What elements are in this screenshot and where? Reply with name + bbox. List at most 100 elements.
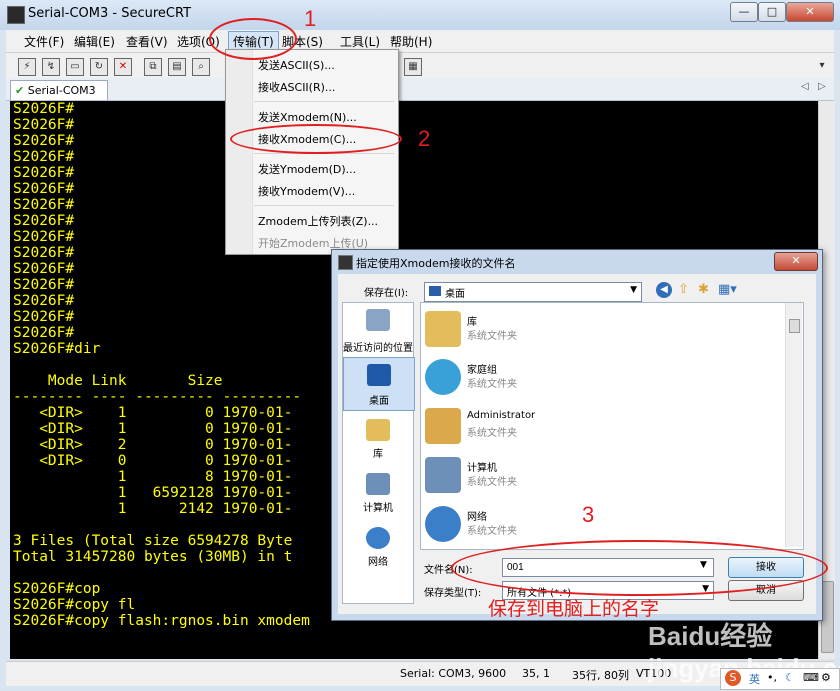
- terminal-line: S2026F#: [13, 229, 75, 245]
- file-type: 系统文件夹: [467, 379, 517, 390]
- place-label: 库: [373, 449, 383, 460]
- maximize-button[interactable]: □: [758, 2, 786, 22]
- terminal-line: S2026F#: [13, 309, 75, 325]
- annotation-note: 保存到电脑上的名字: [488, 599, 660, 620]
- file-name: Administrator: [467, 410, 536, 421]
- place-recent[interactable]: 最近访问的位置: [343, 303, 413, 357]
- scrollbar-thumb[interactable]: [789, 319, 800, 333]
- ime-mode-icon[interactable]: 英: [749, 671, 760, 687]
- terminal-line: 3 Files (Total size 6594278 Byte: [13, 533, 293, 549]
- terminal-line: S2026F#: [13, 149, 75, 165]
- computer-icon: [425, 457, 461, 493]
- menu-help[interactable]: 帮助(H): [390, 33, 432, 50]
- terminal-line: S2026F#cop: [13, 581, 101, 597]
- library-icon: [366, 419, 390, 441]
- list-item[interactable]: 库 系统文件夹: [421, 307, 781, 353]
- menu-recv-ascii[interactable]: 接收ASCII(R)...: [258, 79, 335, 95]
- annotation-ring-1: [209, 18, 297, 60]
- connect-tab-icon[interactable]: ▭: [66, 58, 84, 76]
- terminal-line: S2026F#: [13, 245, 75, 261]
- terminal-line: S2026F#: [13, 213, 75, 229]
- up-folder-icon[interactable]: ⇧: [678, 282, 689, 297]
- connect-icon[interactable]: ⚡: [18, 58, 36, 76]
- chevron-down-icon[interactable]: ▾: [814, 58, 830, 74]
- keymap-icon[interactable]: ▦: [404, 58, 422, 76]
- check-icon: ✔: [15, 84, 25, 97]
- menu-send-xmodem[interactable]: 发送Xmodem(N)...: [258, 109, 357, 125]
- terminal-line: S2026F#: [13, 133, 75, 149]
- annotation-number-1: 1: [304, 6, 317, 31]
- terminal-line: S2026F#copy fl: [13, 597, 136, 613]
- close-button[interactable]: ✕: [786, 2, 834, 22]
- file-name: 网络: [467, 512, 487, 523]
- ime-moon-icon[interactable]: ☾: [785, 671, 795, 684]
- file-type: 系统文件夹: [467, 428, 517, 439]
- reconnect-icon[interactable]: ↻: [90, 58, 108, 76]
- dialog-close-button[interactable]: ✕: [774, 252, 818, 271]
- terminal-line: <DIR> 2 0 1970-01-: [13, 437, 293, 453]
- place-label: 桌面: [369, 396, 389, 407]
- menu-file[interactable]: 文件(F): [24, 33, 64, 50]
- recent-places-icon: [366, 309, 390, 331]
- new-folder-icon[interactable]: ✱: [698, 282, 709, 297]
- terminal-line: S2026F#dir: [13, 341, 101, 357]
- minimize-button[interactable]: —: [730, 2, 758, 22]
- terminal-line: <DIR> 1 0 1970-01-: [13, 421, 293, 437]
- places-bar: 最近访问的位置 桌面 库 计算机 网络: [342, 302, 415, 604]
- quick-connect-icon[interactable]: ↯: [42, 58, 60, 76]
- terminal-line: S2026F#: [13, 101, 75, 117]
- file-type: 系统文件夹: [467, 331, 517, 342]
- tab-serial-com3[interactable]: ✔ Serial-COM3: [10, 80, 108, 100]
- list-item[interactable]: Administrator 系统文件夹: [421, 404, 781, 450]
- terminal-line: S2026F#: [13, 117, 75, 133]
- file-list-scrollbar[interactable]: [785, 303, 802, 547]
- file-type: 系统文件夹: [467, 526, 517, 537]
- status-screen-size: 35行, 80列: [572, 669, 629, 682]
- back-icon[interactable]: ◀: [656, 282, 672, 298]
- place-library[interactable]: 库: [343, 415, 413, 467]
- menu-send-ymodem[interactable]: 发送Ymodem(D)...: [258, 161, 356, 177]
- ime-softkey-icon[interactable]: ⌨: [803, 671, 819, 684]
- terminal-line: -------- ---- --------- ---------: [13, 389, 302, 405]
- place-label: 网络: [368, 557, 388, 568]
- ime-settings-icon[interactable]: ⚙: [821, 671, 831, 684]
- save-in-value: 桌面: [445, 289, 465, 300]
- network-icon: [366, 527, 390, 549]
- menu-recv-ymodem[interactable]: 接收Ymodem(V)...: [258, 183, 355, 199]
- session-tab-bar: ✔ Serial-COM3 ◁ ▷: [6, 78, 834, 101]
- place-label: 计算机: [363, 503, 393, 514]
- menu-edit[interactable]: 编辑(E): [74, 33, 115, 50]
- annotation-number-3: 3: [582, 502, 595, 527]
- desktop-icon: [429, 286, 441, 296]
- place-desktop[interactable]: 桌面: [343, 357, 415, 411]
- menu-zmodem-upload-list[interactable]: Zmodem上传列表(Z)...: [258, 213, 378, 229]
- status-connection: Serial: COM3, 9600: [400, 667, 507, 680]
- terminal-line: S2026F#: [13, 261, 75, 277]
- tab-scroll-left-icon[interactable]: ◁: [801, 81, 809, 92]
- list-item[interactable]: 计算机 系统文件夹: [421, 453, 781, 499]
- view-menu-icon[interactable]: ▦▾: [718, 282, 737, 297]
- terminal-line: S2026F#: [13, 181, 75, 197]
- place-network[interactable]: 网络: [343, 521, 413, 573]
- menu-tools[interactable]: 工具(L): [340, 33, 380, 50]
- save-in-label: 保存在(I):: [364, 288, 409, 299]
- desktop-icon: [367, 364, 391, 386]
- annotation-number-2: 2: [418, 126, 431, 151]
- menu-view[interactable]: 查看(V): [126, 33, 168, 50]
- tab-scroll-right-icon[interactable]: ▷: [818, 81, 826, 92]
- ime-tray[interactable]: S 英 •, ☾ ⌨ ⚙: [720, 668, 840, 690]
- place-label: 最近访问的位置: [343, 343, 413, 354]
- chevron-down-icon: ▼: [630, 285, 637, 295]
- computer-icon: [366, 473, 390, 495]
- place-computer[interactable]: 计算机: [343, 467, 413, 519]
- list-item[interactable]: 家庭组 系统文件夹: [421, 355, 781, 401]
- disconnect-icon[interactable]: ✕: [114, 58, 132, 76]
- file-list[interactable]: 库 系统文件夹 家庭组 系统文件夹 Administrator 系统文件夹 计算…: [420, 302, 804, 550]
- ime-punct-icon[interactable]: •,: [767, 671, 777, 684]
- find-icon[interactable]: ⌕: [192, 58, 210, 76]
- save-in-select[interactable]: 桌面 ▼: [424, 282, 642, 302]
- menu-send-ascii[interactable]: 发送ASCII(S)...: [258, 57, 335, 73]
- copy-icon[interactable]: ⧉: [144, 58, 162, 76]
- ime-logo-icon: S: [725, 670, 741, 686]
- paste-icon[interactable]: ▤: [168, 58, 186, 76]
